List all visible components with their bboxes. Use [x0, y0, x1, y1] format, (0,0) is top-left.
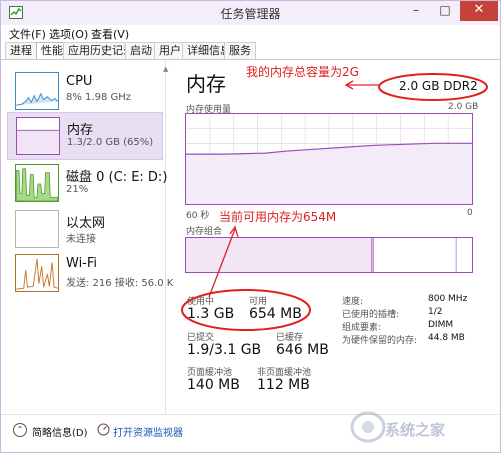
resource-value: 8% 1.98 GHz	[66, 92, 132, 103]
open-resource-monitor-link[interactable]: 打开资源监视器	[113, 424, 183, 439]
available-arrowhead	[229, 225, 239, 238]
axis-time-end: 0	[467, 208, 473, 218]
close-button[interactable]: ✕	[460, 1, 498, 21]
committed-value: 1.9/3.1 GB	[187, 342, 262, 358]
title-bar: 任务管理器 – □ ✕	[1, 1, 500, 25]
menu-file[interactable]: 文件(F)	[9, 26, 46, 42]
paged-pool-value: 140 MB	[187, 377, 240, 393]
usage-graph-max: 2.0 GB	[448, 102, 479, 112]
axis-time-start: 60 秒	[186, 211, 210, 221]
menu-options[interactable]: 选项(O)	[49, 26, 88, 42]
resource-name: 磁盘 0 (C: E: D:)	[66, 170, 168, 185]
resource-monitor-icon[interactable]	[97, 423, 110, 436]
slots-label: 已使用的插槽:	[342, 310, 400, 320]
memory-capacity: 2.0 GB DDR2	[399, 79, 478, 93]
ethernet-graph-icon	[15, 210, 59, 248]
disk-graph-icon	[15, 164, 59, 202]
tab-startup[interactable]: 启动	[125, 42, 157, 59]
memory-composition-bar	[185, 237, 473, 273]
cpu-graph-icon	[15, 72, 59, 110]
resource-name: 以太网	[66, 216, 106, 231]
minimize-button[interactable]: –	[402, 1, 430, 21]
resource-wifi[interactable]: Wi-Fi 发送: 216 接收: 56.0 K	[9, 250, 173, 298]
maximize-button[interactable]: □	[431, 1, 459, 21]
resource-value: 发送: 216 接收: 56.0 K	[66, 278, 174, 289]
form-factor-value: DIMM	[428, 320, 454, 330]
cached-value: 646 MB	[276, 342, 329, 358]
hardware-reserved-value: 44.8 MB	[428, 333, 465, 343]
resource-value: 1.3/2.0 GB (65%)	[67, 137, 154, 148]
resource-name: CPU	[66, 74, 93, 89]
slots-value: 1/2	[428, 307, 443, 317]
form-factor-label: 组成要素:	[342, 323, 382, 333]
watermark-text: 系统之家	[385, 421, 446, 439]
in-use-value: 1.3 GB	[187, 306, 235, 322]
speed-value: 800 MHz	[428, 294, 468, 304]
memory-usage-graph	[185, 113, 473, 205]
resource-name: Wi-Fi	[66, 256, 98, 271]
tab-processes[interactable]: 进程	[5, 42, 37, 59]
capacity-arrowhead	[344, 80, 354, 90]
available-value: 654 MB	[249, 306, 302, 322]
scroll-up-arrow-icon[interactable]: ▲	[163, 65, 169, 73]
page-title: 内存	[186, 72, 226, 96]
speed-label: 速度:	[342, 297, 364, 307]
resource-list: CPU 8% 1.98 GHz 内存 1.3/2.0 GB (65%) 磁盘 0…	[1, 60, 173, 414]
memory-graph-icon	[16, 117, 60, 155]
hardware-reserved-label: 为硬件保留的内存:	[342, 336, 418, 346]
wifi-graph-icon	[15, 254, 59, 292]
annotation-available-note: 当前可用内存为654M	[219, 210, 337, 224]
resource-value: 21%	[66, 184, 89, 195]
nonpaged-pool-value: 112 MB	[257, 377, 310, 393]
menu-view[interactable]: 查看(V)	[91, 26, 129, 42]
fewer-details-button[interactable]: 简略信息(D)	[32, 424, 88, 439]
resource-ethernet[interactable]: 以太网 未连接	[9, 206, 161, 254]
resource-name: 内存	[67, 123, 94, 138]
resource-value: 未连接	[66, 234, 96, 245]
menu-bar: 文件(F) 选项(O) 查看(V)	[1, 25, 500, 41]
chevron-up-icon[interactable]: ⌃	[13, 423, 27, 437]
resource-cpu[interactable]: CPU 8% 1.98 GHz	[9, 68, 161, 116]
composition-label: 内存组合	[186, 227, 223, 237]
tab-services[interactable]: 服务	[224, 42, 256, 59]
annotation-capacity-note: 我的内存总容量为2G	[246, 65, 359, 79]
task-manager-window: 任务管理器 – □ ✕ 文件(F) 选项(O) 查看(V) 进程 性能 应用历史…	[0, 0, 501, 453]
resource-memory[interactable]: 内存 1.3/2.0 GB (65%)	[7, 112, 163, 160]
resource-disk[interactable]: 磁盘 0 (C: E: D:) 21%	[9, 160, 167, 208]
